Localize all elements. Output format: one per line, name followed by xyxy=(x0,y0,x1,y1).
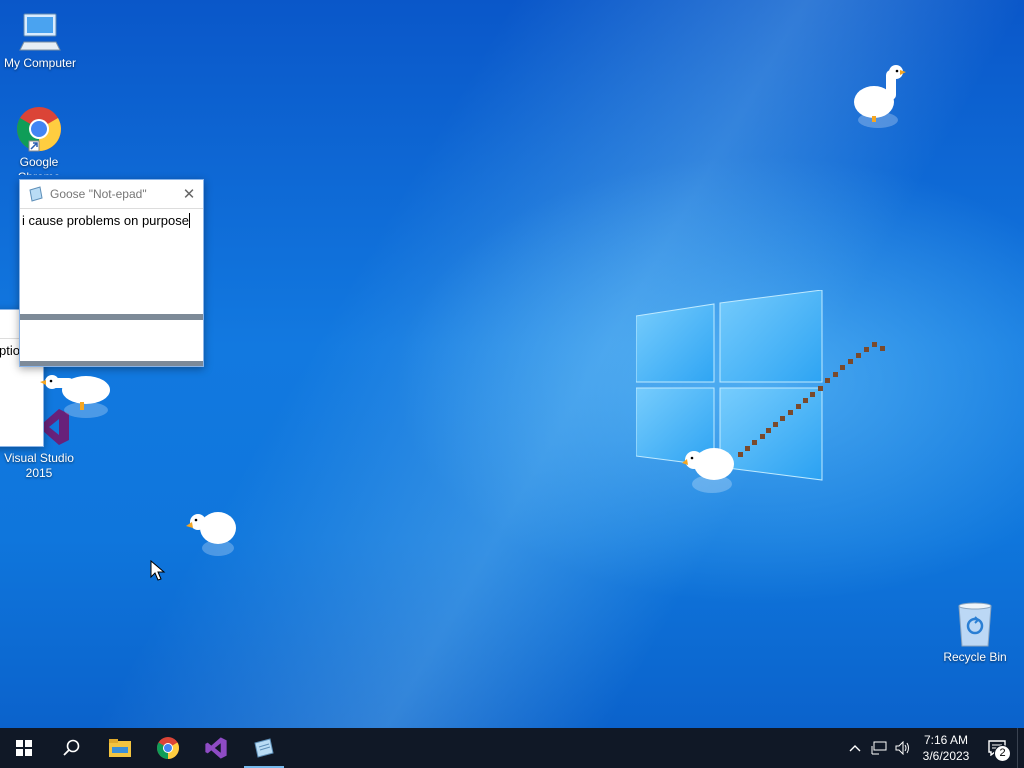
network-icon xyxy=(871,741,887,755)
chrome-icon xyxy=(157,737,179,759)
computer-icon xyxy=(19,13,61,51)
goose-sprite-center xyxy=(682,448,734,493)
goose-sprite-left xyxy=(40,375,110,418)
windows-start-icon xyxy=(16,740,32,756)
notification-badge: 2 xyxy=(994,745,1011,762)
action-center-button[interactable]: 2 xyxy=(977,728,1017,768)
show-hidden-icons-button[interactable] xyxy=(843,728,867,768)
show-desktop-button[interactable] xyxy=(1017,728,1024,768)
start-button[interactable] xyxy=(0,728,48,768)
notepad-icon xyxy=(29,186,43,202)
volume-button[interactable] xyxy=(891,728,915,768)
notepad-window-front[interactable]: Goose "Not-epad" ✕ i cause problems on p… xyxy=(19,179,204,367)
recycle-bin-icon xyxy=(958,602,992,647)
visual-studio-icon xyxy=(205,737,227,759)
notepad-text-area[interactable]: i cause problems on purpose xyxy=(20,208,203,313)
system-tray: 7:16 AM 3/6/2023 2 xyxy=(843,728,1024,768)
taskbar-notepad[interactable] xyxy=(240,728,288,768)
mouse-cursor-icon xyxy=(150,560,166,581)
notepad-icon xyxy=(254,738,274,758)
chrome-icon xyxy=(17,107,61,152)
clock-time: 7:16 AM xyxy=(923,733,969,747)
network-button[interactable] xyxy=(867,728,891,768)
goose-sprite-top-right xyxy=(854,65,906,128)
window-title: Goose "Not-epad" xyxy=(50,187,147,201)
taskbar-visual-studio[interactable] xyxy=(192,728,240,768)
search-button[interactable] xyxy=(48,728,96,768)
desktop-icon-google-chrome[interactable]: Google Chrome xyxy=(0,105,79,175)
speaker-icon xyxy=(895,741,909,755)
desktop-icon-my-computer[interactable]: My Computer xyxy=(0,10,80,71)
folder-icon xyxy=(109,739,131,757)
notepad-separator xyxy=(20,314,203,320)
goose-sprite-bottom xyxy=(186,512,236,556)
clock[interactable]: 7:16 AM 3/6/2023 xyxy=(915,732,977,764)
notepad-titlebar[interactable]: Goose "Not-epad" ✕ xyxy=(20,180,203,208)
clock-date: 3/6/2023 xyxy=(922,749,970,763)
taskbar: 7:16 AM 3/6/2023 2 xyxy=(0,728,1024,768)
taskbar-file-explorer[interactable] xyxy=(96,728,144,768)
search-icon xyxy=(63,739,80,756)
notepad-text: i cause problems on purpose xyxy=(22,213,189,228)
close-icon[interactable]: ✕ xyxy=(175,180,203,208)
text-caret xyxy=(188,213,190,228)
chevron-up-icon xyxy=(849,745,861,752)
desktop-icon-recycle-bin[interactable]: Recycle Bin xyxy=(935,602,1015,665)
taskbar-chrome[interactable] xyxy=(144,728,192,768)
